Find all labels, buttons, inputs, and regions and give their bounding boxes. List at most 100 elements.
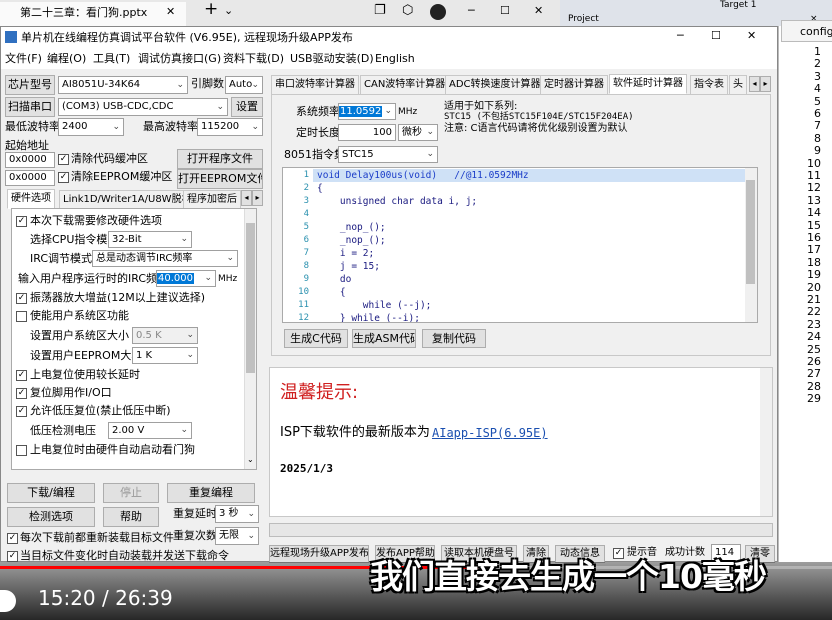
help-button[interactable]: 帮助 [103,507,159,527]
maximize-icon[interactable]: ☐ [711,29,721,43]
tab-scroll-right[interactable]: ▸ [252,190,263,206]
eeprom-address-input[interactable]: 0x0000 [5,170,55,186]
cpu-mode-select[interactable]: 32-Bit ⌄ [108,231,192,248]
tab-encrypt[interactable]: 程序加密后 [183,190,241,210]
chevron-down-icon[interactable]: ⌄ [224,4,233,18]
cpu-mode-label: 选择CPU指令模式 [30,233,119,246]
pin-count-select[interactable]: Auto ⌄ [225,76,263,94]
code-line: unsigned char data i, j; [317,196,478,207]
reset-io-checkbox[interactable]: ✓ [16,388,27,399]
close-tab-icon[interactable]: ✕ [166,5,175,19]
code-address-input[interactable]: 0x0000 [5,152,55,168]
auto-load-label: 当目标文件变化时自动装载并发送下载命令 [20,549,229,562]
menu-downloads[interactable]: 资料下载(D) [223,52,284,66]
low-voltage-checkbox[interactable]: ✓ [16,406,27,417]
browser-tab-title[interactable]: 第二十三章：看门狗.pptx [20,6,147,20]
globe-icon[interactable] [430,4,446,20]
auto-watchdog-checkbox[interactable] [16,445,27,456]
long-delay-checkbox[interactable]: ✓ [16,370,27,381]
tab-adc-speed[interactable]: ADC转换速度计算器 [445,75,545,95]
isa-select[interactable]: STC15 ⌄ [338,146,438,163]
cube-icon[interactable]: ⬡ [402,4,413,18]
gen-asm-button[interactable]: 生成ASM代码 [352,329,416,348]
code-scroll-thumb[interactable] [746,180,755,284]
sys-freq-unit: MHz [398,107,418,117]
tab-uart-baud[interactable]: 串口波特率计算器 [271,75,359,95]
remote-upgrade-button[interactable]: 远程现场升级APP发布 [269,545,369,563]
reprogram-button[interactable]: 重复编程 [167,483,255,503]
gen-c-button[interactable]: 生成C代码 [284,329,348,348]
tab-scroll-left[interactable]: ◂ [241,190,252,206]
delay-length-input[interactable]: 100 [338,124,396,141]
delay-unit-select[interactable]: 微秒 ⌄ [398,124,438,141]
clear-eeprom-checkbox[interactable]: ✓ [58,172,69,183]
code-editor[interactable]: 1 void Delay100us(void) //@11.0592MHz 2{3 … [282,167,758,323]
code-line-number: 7 [303,248,309,258]
check-options-button[interactable]: 检测选项 [7,507,95,527]
tip-scrollbar[interactable] [760,368,772,516]
osc-gain-checkbox[interactable]: ✓ [16,293,27,304]
tab-link1d-writer[interactable]: Link1D/Writer1A/U8W脱机 [59,190,196,210]
menu-debug[interactable]: 调试仿真接口(G) [138,52,221,66]
menu-usb-driver[interactable]: USB驱动安装(D) [290,52,374,66]
isa-label: 8051指令集 [284,148,345,161]
repeat-count-select[interactable]: 无限 ⌄ [215,527,259,545]
max-baud-select[interactable]: 115200 ⌄ [197,118,263,136]
tab-can-baud[interactable]: CAN波特率计算器 [360,75,450,95]
modify-options-checkbox[interactable]: ✓ [16,216,27,227]
eeprom-size-label: 设置用户EEPROM大小 [30,349,143,362]
editor-tab-label[interactable]: config [800,25,832,39]
scan-port-button[interactable]: 扫描串口 [5,97,55,117]
new-tab-button[interactable]: + [204,1,218,18]
right-tab-scroll-left[interactable]: ◂ [749,76,760,92]
close-icon[interactable]: ✕ [747,29,756,43]
close-browser-icon[interactable]: ✕ [534,4,543,18]
menu-tools[interactable]: 工具(T) [93,52,130,66]
minimize-browser-icon[interactable]: ─ [468,4,475,18]
clear-code-checkbox[interactable]: ✓ [58,154,69,165]
chevron-down-icon: ⌄ [216,102,224,112]
settings-button[interactable]: 设置 [231,97,263,117]
irc-mode-select[interactable]: 总是动态调节IRC频率 ⌄ [92,250,238,267]
user-sys-checkbox[interactable] [16,311,27,322]
tip-version-link[interactable]: AIapp-ISP(6.95E) [432,425,548,441]
stop-button[interactable]: 停止 [103,483,159,503]
lv-detect-label: 低压检测电压 [30,424,96,437]
menu-file[interactable]: 文件(F) [5,52,42,66]
tab-delay-calc[interactable]: 软件延时计算器 [609,74,687,94]
lv-detect-select[interactable]: 2.00 V ⌄ [108,422,192,439]
pages-icon[interactable]: ❐ [374,4,386,18]
copy-code-button[interactable]: 复制代码 [422,329,486,348]
editor-tab[interactable]: config [781,20,832,42]
code-line: do [317,274,352,285]
tab-header[interactable]: 头 [729,75,747,95]
repeat-delay-select[interactable]: 3 秒 ⌄ [215,505,259,523]
scroll-down-icon[interactable]: ⌄ [247,453,254,467]
menu-program[interactable]: 编程(O) [47,52,86,66]
chip-model-select[interactable]: AI8051U-34K64 ⌄ [58,76,188,94]
eeprom-size-select[interactable]: 1 K ⌄ [132,347,198,364]
port-value: (COM3) USB-CDC,CDC [62,101,174,112]
sys-size-select[interactable]: 0.5 K ⌄ [132,327,198,344]
port-select[interactable]: (COM3) USB-CDC,CDC ⌄ [58,98,228,116]
reload-checkbox[interactable]: ✓ [7,533,18,544]
options-scrollbar[interactable]: ⌄ [244,209,256,469]
download-button[interactable]: 下载/编程 [7,483,95,503]
tab-timer-calc[interactable]: 定时器计算器 [540,75,608,95]
scroll-thumb[interactable] [246,223,255,373]
sys-freq-select[interactable]: 11.0592 ⌄ [338,103,396,120]
menu-english[interactable]: English [375,52,415,66]
tab-instruction-table[interactable]: 指令表 [690,75,728,95]
right-tab-scroll-right[interactable]: ▸ [760,76,771,92]
tab-hardware-options[interactable]: 硬件选项 [7,189,55,209]
code-scrollbar[interactable] [745,168,757,322]
irc-mode-value: 总是动态调节IRC频率 [96,253,193,264]
open-eeprom-button[interactable]: 打开EEPROM文件 [177,169,263,189]
restore-browser-icon[interactable]: ☐ [500,4,510,18]
auto-load-checkbox[interactable]: ✓ [7,551,18,562]
min-baud-select[interactable]: 2400 ⌄ [58,118,124,136]
chip-model-button[interactable]: 芯片型号 [5,75,55,95]
open-program-button[interactable]: 打开程序文件 [177,149,263,169]
minimize-icon[interactable]: ─ [677,29,684,43]
irc-freq-input[interactable]: 40.000 ⌄ [156,270,216,287]
